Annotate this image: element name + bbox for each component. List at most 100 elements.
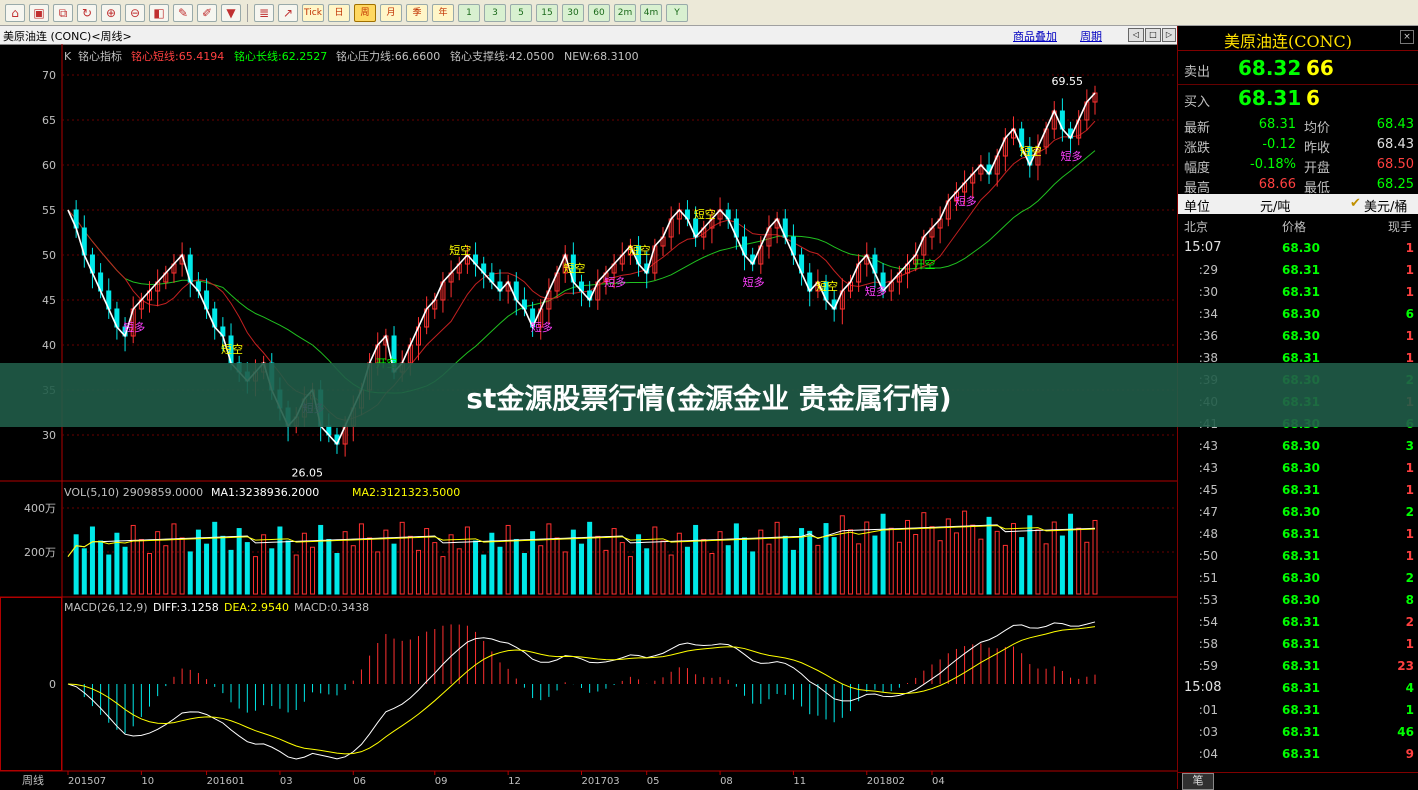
- tick-time: :59: [1198, 659, 1218, 673]
- signal-short-label: 短空: [449, 243, 471, 257]
- period-button-8[interactable]: 5: [510, 3, 532, 22]
- x-tick-label: 10: [141, 776, 154, 787]
- volume-bar: [595, 535, 601, 595]
- volume-bar: [790, 549, 796, 595]
- volume-bar: [799, 528, 805, 595]
- volume-bar: [839, 515, 845, 595]
- price-legend: K: [64, 50, 72, 63]
- stat-label: 昨收: [1304, 141, 1331, 156]
- stat-value: -0.18%: [1250, 157, 1296, 172]
- y-tick-label: 40: [42, 339, 56, 352]
- macd-legend: DIFF:3.1258: [153, 601, 219, 614]
- volume-bar: [81, 548, 87, 595]
- brush-icon[interactable]: ✐: [197, 3, 217, 22]
- close-icon[interactable]: ×: [1400, 30, 1414, 44]
- volume-bar: [358, 523, 364, 595]
- tick-row: :51 68.30 2: [1178, 568, 1418, 590]
- diagonal-chart-icon[interactable]: ⧉: [53, 3, 73, 22]
- volume-bar: [1051, 521, 1057, 595]
- volume-bar: [782, 535, 788, 595]
- tick-time: :36: [1198, 329, 1218, 343]
- tick-row: :29 68.31 1: [1178, 260, 1418, 282]
- volume-bar: [424, 528, 430, 595]
- tick-row: :04 68.31 9: [1178, 744, 1418, 766]
- quote-title-bar: 美原油连(CONC) ×: [1178, 26, 1418, 51]
- volume-bar: [89, 526, 95, 595]
- zoom-out-icon[interactable]: ⊖: [125, 3, 145, 22]
- pencil-icon[interactable]: ✎: [173, 3, 193, 22]
- list-icon[interactable]: ≣: [254, 3, 274, 22]
- tick-time: 15:07: [1184, 240, 1222, 255]
- funnel-icon[interactable]: ▼: [221, 3, 241, 22]
- y-tick-label: 55: [42, 204, 56, 217]
- period-button-6[interactable]: 1: [458, 3, 480, 22]
- tick-time: :58: [1198, 637, 1218, 651]
- volume-bar: [440, 556, 446, 595]
- volume-bar: [448, 534, 454, 595]
- zoom-in-icon[interactable]: ⊕: [101, 3, 121, 22]
- period-button-11[interactable]: 60: [588, 3, 610, 22]
- tick-row: :36 68.30 1: [1178, 326, 1418, 348]
- volume-bar: [432, 542, 438, 595]
- signal-long-label: 短多: [123, 320, 145, 334]
- volume-bar: [1059, 535, 1065, 595]
- tick-time: :04: [1198, 747, 1218, 761]
- volume-bar: [73, 534, 79, 595]
- tab-trades[interactable]: 笔: [1182, 773, 1214, 790]
- trend-icon[interactable]: ↗: [278, 3, 298, 22]
- price-legend: 铭心短线:65.4194: [131, 49, 224, 63]
- period-button-14[interactable]: Y: [666, 3, 688, 22]
- tick-price: 68.30: [1282, 571, 1320, 585]
- tick-row: :34 68.30 6: [1178, 304, 1418, 326]
- square-icon[interactable]: ▣: [29, 3, 49, 22]
- period-button-7[interactable]: 3: [484, 3, 506, 22]
- volume-bar: [130, 524, 136, 595]
- volume-bar: [1010, 523, 1016, 595]
- period-button-9[interactable]: 15: [536, 3, 558, 22]
- volume-bar: [464, 526, 470, 595]
- tick-price: 68.31: [1282, 659, 1320, 673]
- tick-volume: 2: [1405, 615, 1414, 629]
- tick-volume: 1: [1405, 703, 1414, 717]
- low-label: 26.05: [291, 467, 323, 480]
- tick-row: :03 68.31 46: [1178, 722, 1418, 744]
- volume-bar: [204, 543, 210, 595]
- tick-col-volume: 现手: [1387, 220, 1412, 234]
- period-button-12[interactable]: 2m: [614, 3, 636, 22]
- tick-row: :01 68.31 1: [1178, 700, 1418, 722]
- volume-bar: [709, 552, 715, 595]
- check-icon[interactable]: ✔: [1350, 196, 1361, 211]
- y-tick-label: 60: [42, 159, 56, 172]
- stat-row: 最高 68.66 最低 68.25: [1178, 176, 1418, 196]
- volume-bar: [953, 532, 959, 595]
- price-legend: 铭心支撑线:42.0500: [450, 49, 554, 63]
- volume-bar: [106, 554, 112, 595]
- tick-row: :59 68.31 23: [1178, 656, 1418, 678]
- volume-bar: [350, 545, 356, 595]
- period-button-10[interactable]: 30: [562, 3, 584, 22]
- volume-bar: [888, 527, 894, 595]
- tick-time: :48: [1198, 527, 1218, 541]
- home-icon[interactable]: ⌂: [5, 3, 25, 22]
- currency-option[interactable]: 美元/桶: [1364, 196, 1407, 215]
- tick-volume: 4: [1405, 681, 1414, 695]
- period-button-4[interactable]: 季: [406, 3, 428, 22]
- tick-time: :50: [1198, 549, 1218, 563]
- tick-price: 68.31: [1282, 483, 1320, 497]
- period-button-1[interactable]: 日: [328, 3, 350, 22]
- volume-bar: [481, 554, 487, 595]
- signal-long-label: 短多: [604, 275, 626, 289]
- period-button-0[interactable]: Tick: [302, 3, 324, 22]
- window-icon[interactable]: ◧: [149, 3, 169, 22]
- period-button-3[interactable]: 月: [380, 3, 402, 22]
- volume-bar: [978, 538, 984, 595]
- volume-bar: [636, 534, 642, 595]
- volume-bar: [717, 531, 723, 595]
- tick-row: :58 68.31 1: [1178, 634, 1418, 656]
- tick-row: :30 68.31 1: [1178, 282, 1418, 304]
- refresh-icon[interactable]: ↻: [77, 3, 97, 22]
- period-button-5[interactable]: 年: [432, 3, 454, 22]
- period-button-2[interactable]: 周: [354, 3, 376, 22]
- tick-row: 15:07 68.30 1: [1178, 238, 1418, 260]
- period-button-13[interactable]: 4m: [640, 3, 662, 22]
